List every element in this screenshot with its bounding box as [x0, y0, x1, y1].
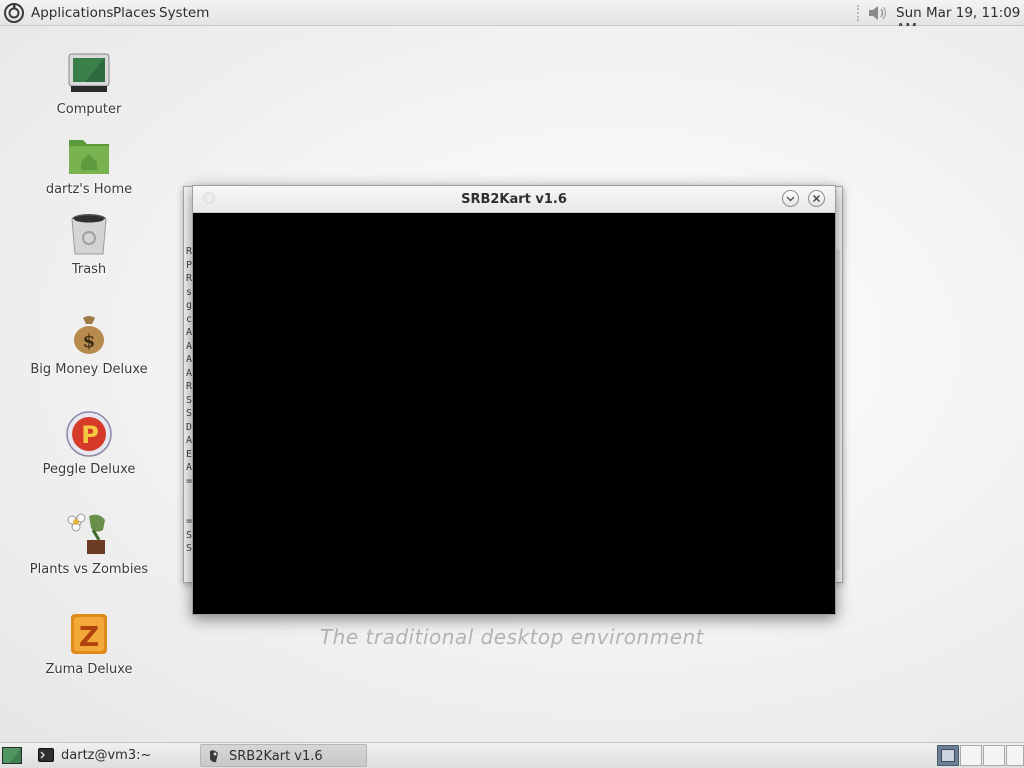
window-titlebar[interactable]: SRB2Kart v1.6	[193, 186, 835, 213]
taskbar-item-srb2kart[interactable]: SRB2Kart v1.6	[200, 744, 367, 767]
desktop-tagline: The traditional desktop environment	[319, 625, 705, 649]
taskbar-item-terminal[interactable]: dartz@vm3:~	[33, 744, 198, 767]
close-icon	[812, 194, 821, 203]
terminal-icon	[38, 748, 54, 762]
close-button[interactable]	[808, 190, 825, 207]
desktop-background: The traditional desktop environment Comp…	[0, 26, 1024, 742]
desktop-icon-label: Big Money Deluxe	[30, 362, 148, 377]
svg-text:Z: Z	[79, 620, 99, 653]
desktop-icon-plants-vs-zombies[interactable]: Plants vs Zombies	[29, 510, 149, 577]
desktop-icon-label: Peggle Deluxe	[42, 462, 136, 477]
distro-logo-icon[interactable]	[4, 3, 24, 23]
srb2kart-window[interactable]: SRB2Kart v1.6	[192, 185, 836, 615]
desktop-icon-label: dartz's Home	[45, 182, 133, 197]
svg-text:P: P	[81, 421, 99, 449]
computer-icon	[68, 53, 110, 92]
desktop-icon-home[interactable]: dartz's Home	[29, 130, 149, 197]
workspace-4[interactable]	[1006, 745, 1024, 766]
plants-vs-zombies-icon	[67, 513, 105, 554]
desktop-icon-computer[interactable]: Computer	[29, 50, 149, 117]
desktop-icon-label: Trash	[71, 262, 107, 277]
home-folder-icon	[69, 140, 109, 174]
desktop-icon-big-money[interactable]: $ Big Money Deluxe	[29, 310, 149, 377]
money-bag-icon: $	[74, 316, 104, 354]
peggle-icon: P	[66, 411, 112, 457]
desktop-icon-label: Plants vs Zombies	[29, 562, 149, 577]
desktop-icon-label: Computer	[56, 102, 122, 117]
desktop-icon-label: Zuma Deluxe	[45, 662, 133, 677]
chevron-down-icon	[786, 196, 795, 202]
workspace-2[interactable]	[960, 745, 982, 766]
taskbar-item-label: dartz@vm3:~	[61, 748, 152, 763]
minimize-button[interactable]	[782, 190, 799, 207]
svg-text:$: $	[83, 331, 96, 352]
volume-icon[interactable]	[867, 5, 889, 21]
window-title: SRB2Kart v1.6	[461, 192, 567, 207]
game-icon	[210, 750, 218, 763]
zuma-icon: Z	[71, 614, 107, 654]
top-panel: Applications Places System Sun Mar 19, 1…	[0, 0, 1024, 37]
taskbar-item-label: SRB2Kart v1.6	[229, 749, 323, 764]
trash-icon	[71, 214, 107, 255]
menu-system[interactable]: System	[159, 5, 209, 21]
workspace-3[interactable]	[983, 745, 1005, 766]
workspace-1[interactable]	[937, 745, 959, 766]
panel-separator	[857, 5, 865, 21]
bottom-panel: dartz@vm3:~ SRB2Kart v1.6	[0, 742, 1024, 768]
game-canvas[interactable]	[193, 213, 835, 614]
menu-places[interactable]: Places	[113, 5, 156, 21]
desktop-icon-peggle[interactable]: P Peggle Deluxe	[29, 410, 149, 477]
menu-applications[interactable]: Applications	[31, 5, 113, 21]
desktop-icon-trash[interactable]: Trash	[29, 210, 149, 277]
show-desktop-icon[interactable]	[2, 747, 22, 764]
desktop-icon-zuma[interactable]: Z Zuma Deluxe	[29, 610, 149, 677]
